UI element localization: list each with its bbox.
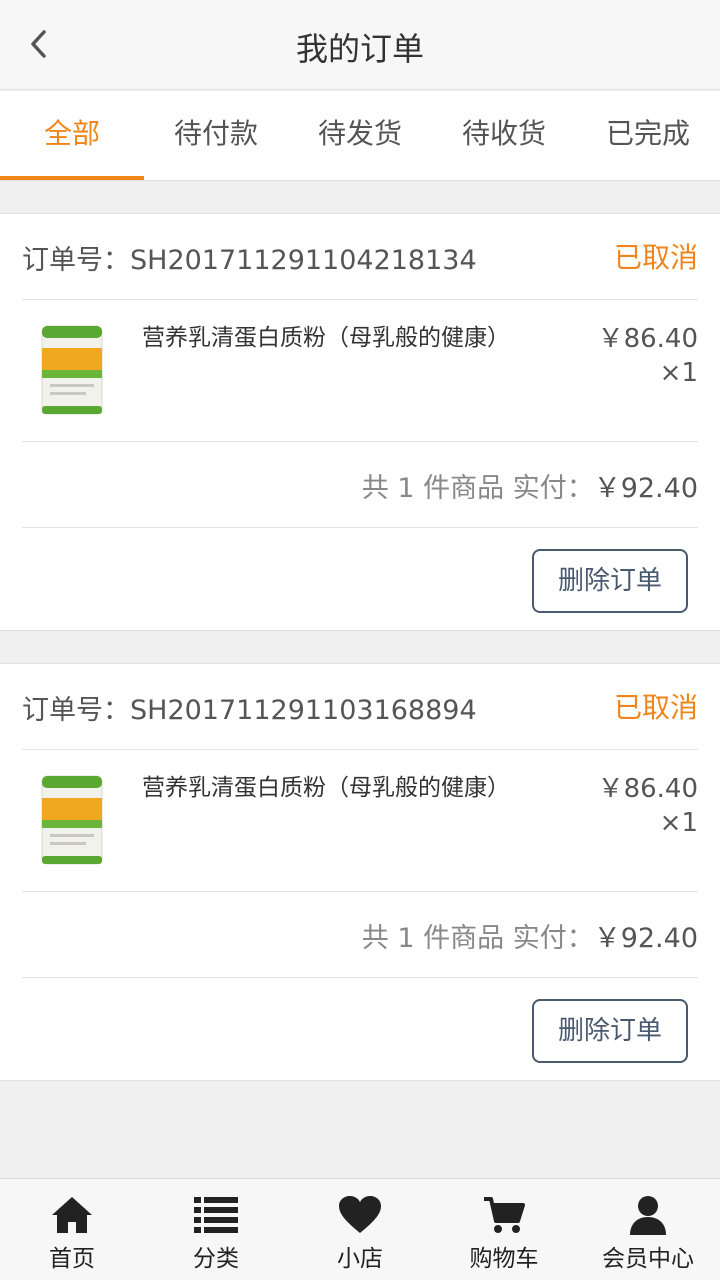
product-image[interactable] <box>40 322 104 418</box>
delete-order-button[interactable]: 删除订单 <box>532 999 688 1063</box>
order-summary: 共 1 件商品 实付：￥92.40 <box>22 442 698 528</box>
nav-category[interactable]: 分类 <box>144 1179 288 1280</box>
tab-pending-receipt[interactable]: 待收货 <box>432 91 576 180</box>
tab-pending-shipment[interactable]: 待发货 <box>288 91 432 180</box>
nav-label: 首页 <box>49 1246 95 1272</box>
order-summary: 共 1 件商品 实付：￥92.40 <box>22 892 698 978</box>
paid-amount: ￥92.40 <box>593 473 698 504</box>
product-quantity: ×1 <box>659 808 698 838</box>
summary-label: 共 1 件商品 实付： <box>361 923 594 954</box>
home-icon <box>52 1197 92 1233</box>
order-card: 订单号：SH201711291103168894 已取消 营养乳清蛋白质粉（母乳… <box>0 663 720 1081</box>
list-icon <box>194 1197 238 1233</box>
tab-pending-payment[interactable]: 待付款 <box>144 91 288 180</box>
nav-member-center[interactable]: 会员中心 <box>576 1179 720 1280</box>
order-item[interactable]: 营养乳清蛋白质粉（母乳般的健康） ￥86.40 ×1 <box>22 750 698 892</box>
product-price: ￥86.40 <box>597 324 698 354</box>
summary-label: 共 1 件商品 实付： <box>361 473 594 504</box>
tab-all[interactable]: 全部 <box>0 91 144 180</box>
page-title: 我的订单 <box>295 30 424 68</box>
order-status: 已取消 <box>613 691 698 724</box>
order-header: 订单号：SH201711291104218134 已取消 <box>22 214 698 300</box>
heart-icon <box>339 1196 381 1233</box>
tab-completed[interactable]: 已完成 <box>576 91 720 180</box>
order-number: 订单号：SH201711291103168894 <box>22 695 477 726</box>
order-item[interactable]: 营养乳清蛋白质粉（母乳般的健康） ￥86.40 ×1 <box>22 300 698 442</box>
product-price: ￥86.40 <box>597 774 698 804</box>
order-number: 订单号：SH201711291104218134 <box>22 245 477 276</box>
header-bar: 我的订单 <box>0 0 720 90</box>
paid-amount: ￥92.40 <box>593 923 698 954</box>
product-name[interactable]: 营养乳清蛋白质粉（母乳般的健康） <box>142 318 510 352</box>
product-name[interactable]: 营养乳清蛋白质粉（母乳般的健康） <box>142 768 510 802</box>
delete-order-button[interactable]: 删除订单 <box>532 549 688 613</box>
product-image[interactable] <box>40 772 104 868</box>
order-status: 已取消 <box>613 241 698 274</box>
order-header: 订单号：SH201711291103168894 已取消 <box>22 664 698 750</box>
nav-label: 小店 <box>337 1246 383 1272</box>
nav-shop[interactable]: 小店 <box>288 1179 432 1280</box>
order-tabs: 全部 待付款 待发货 待收货 已完成 <box>0 91 720 181</box>
nav-label: 购物车 <box>469 1246 539 1272</box>
product-quantity: ×1 <box>659 358 698 388</box>
bottom-nav: 首页 分类 小店 购物车 会员中心 <box>0 1178 720 1280</box>
cart-icon <box>484 1197 525 1233</box>
nav-home[interactable]: 首页 <box>0 1179 144 1280</box>
nav-label: 分类 <box>193 1246 239 1272</box>
nav-label: 会员中心 <box>602 1246 694 1272</box>
order-card: 订单号：SH201711291104218134 已取消 营养乳清蛋白质粉（母乳… <box>0 213 720 631</box>
nav-cart[interactable]: 购物车 <box>432 1179 576 1280</box>
user-icon <box>630 1196 666 1235</box>
